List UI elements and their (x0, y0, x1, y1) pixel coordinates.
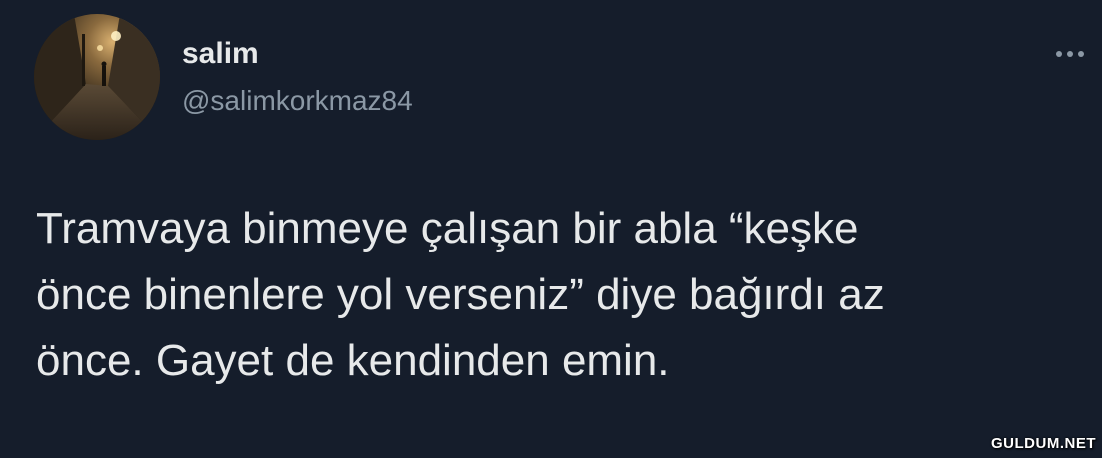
tweet-card: salim @salimkorkmaz84 Tramvaya binmeye ç… (0, 0, 1102, 458)
avatar[interactable] (34, 14, 160, 140)
more-horizontal-icon (1056, 51, 1062, 57)
more-horizontal-icon-dot (1067, 51, 1073, 57)
display-name[interactable]: salim (182, 36, 259, 72)
avatar-night-street-image (34, 14, 160, 140)
watermark: GULDUM.NET (991, 435, 1096, 452)
more-options-button[interactable] (1048, 44, 1092, 64)
tweet-text-line: önce. Gayet de kendinden emin. (36, 336, 670, 385)
tweet-text: Tramvaya binmeye çalışan bir abla “keşke… (36, 196, 1076, 394)
tweet-text-line: önce binenlere yol verseniz” diye bağırd… (36, 270, 885, 319)
tweet-text-line: Tramvaya binmeye çalışan bir abla “keşke (36, 204, 859, 253)
user-handle[interactable]: @salimkorkmaz84 (182, 84, 413, 118)
more-horizontal-icon-dot (1078, 51, 1084, 57)
